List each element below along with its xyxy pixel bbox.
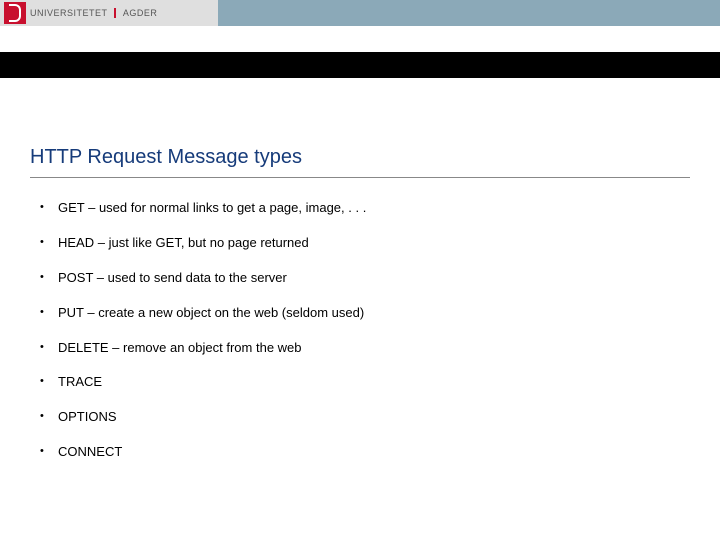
institution-name: UNIVERSITETET AGDER xyxy=(30,8,157,19)
logo-area: UNIVERSITETET AGDER xyxy=(0,0,218,26)
list-item: PUT – create a new object on the web (se… xyxy=(40,305,690,322)
header-black-bar xyxy=(0,52,720,78)
institution-part-b: AGDER xyxy=(123,8,158,18)
list-item: HEAD – just like GET, but no page return… xyxy=(40,235,690,252)
slide-header: UNIVERSITETET AGDER xyxy=(0,0,720,52)
list-item: GET – used for normal links to get a pag… xyxy=(40,200,690,217)
http-methods-list: GET – used for normal links to get a pag… xyxy=(30,200,690,461)
slide-title: HTTP Request Message types xyxy=(30,146,690,178)
slide-body: HTTP Request Message types GET – used fo… xyxy=(0,78,720,461)
list-item: OPTIONS xyxy=(40,409,690,426)
list-item: CONNECT xyxy=(40,444,690,461)
institution-part-a: UNIVERSITETET xyxy=(30,8,107,18)
divider-bar-icon xyxy=(114,8,116,18)
list-item: POST – used to send data to the server xyxy=(40,270,690,287)
university-logo-icon xyxy=(4,2,26,24)
list-item: TRACE xyxy=(40,374,690,391)
header-accent-bar xyxy=(218,0,720,26)
list-item: DELETE – remove an object from the web xyxy=(40,340,690,357)
